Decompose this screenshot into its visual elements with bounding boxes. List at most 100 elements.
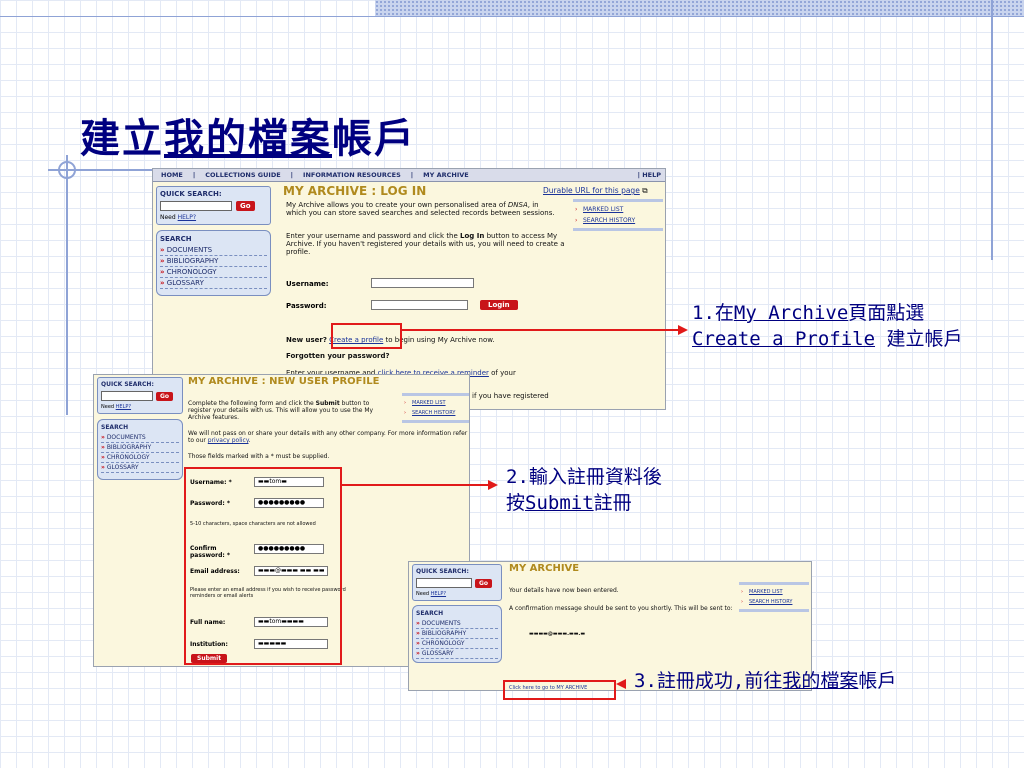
quick-search-title: QUICK SEARCH: xyxy=(101,381,154,388)
intro-text-1: My Archive allows you to create your own… xyxy=(286,201,506,209)
search-item-documents[interactable]: » DOCUMENTS xyxy=(101,433,179,443)
confirmation-message: A confirmation message should be sent to… xyxy=(509,605,733,612)
callout-1-line2-suffix: 建立帳戶 xyxy=(875,328,963,350)
search-item-label: DOCUMENTS xyxy=(106,434,146,441)
search-item-label: DOCUMENTS xyxy=(166,246,213,254)
form-fields-highlight xyxy=(184,467,342,665)
dnsa-text: DNSA xyxy=(507,201,528,209)
password-label: Password: xyxy=(286,302,327,310)
marked-list-link[interactable]: MARKED LIST xyxy=(739,587,809,597)
search-item-bibliography[interactable]: » BIBLIOGRAPHY xyxy=(416,629,498,639)
callout-2-prefix: 按 xyxy=(506,492,526,514)
help-link[interactable]: HELP? xyxy=(116,404,131,410)
arrow-3-head-icon xyxy=(616,679,626,689)
durable-url[interactable]: Durable URL for this page ⧉ xyxy=(543,187,648,195)
forgotten-password: Forgotten your password? xyxy=(286,352,390,360)
archive-links-box: MARKED LIST SEARCH HISTORY xyxy=(739,582,809,612)
new-user-text: New user? xyxy=(286,336,327,344)
instructions-bold: Log In xyxy=(460,232,485,240)
callout-3-suffix: 帳戶 xyxy=(858,670,897,692)
username-input[interactable] xyxy=(371,278,474,288)
search-history-link[interactable]: SEARCH HISTORY xyxy=(573,215,663,226)
quick-search-box: QUICK SEARCH: Go Need HELP? xyxy=(97,377,183,414)
need-help: Need HELP? xyxy=(101,404,179,410)
search-item-label: GLOSSARY xyxy=(106,464,139,471)
search-item-chronology[interactable]: » CHRONOLOGY xyxy=(160,267,267,278)
chevron-right-icon: » xyxy=(160,257,165,265)
quick-search-input[interactable] xyxy=(416,578,472,588)
chevron-right-icon: » xyxy=(160,246,165,254)
chevron-right-icon: » xyxy=(416,620,420,627)
nav-collections-guide[interactable]: COLLECTIONS GUIDE xyxy=(205,171,280,179)
nav-help-label: HELP xyxy=(642,171,661,179)
help-link[interactable]: HELP? xyxy=(431,591,446,597)
go-button[interactable]: Go xyxy=(156,391,174,401)
privacy-note: We will not pass on or share your detail… xyxy=(188,430,468,444)
privacy-policy-link[interactable]: privacy policy xyxy=(208,437,249,444)
help-link[interactable]: HELP? xyxy=(178,214,196,221)
search-menu: SEARCH » DOCUMENTS » BIBLIOGRAPHY » CHRO… xyxy=(412,605,502,663)
go-button[interactable]: Go xyxy=(475,578,493,588)
login-intro: My Archive allows you to create your own… xyxy=(286,201,561,217)
search-item-label: BIBLIOGRAPHY xyxy=(421,630,467,637)
search-history-link[interactable]: SEARCH HISTORY xyxy=(402,408,469,418)
quick-search-title: QUICK SEARCH: xyxy=(160,190,222,198)
search-item-bibliography[interactable]: » BIBLIOGRAPHY xyxy=(101,443,179,453)
search-item-documents[interactable]: » DOCUMENTS xyxy=(416,619,498,629)
chevron-right-icon: » xyxy=(416,640,420,647)
login-button[interactable]: Login xyxy=(480,300,518,310)
marked-list-link[interactable]: MARKED LIST xyxy=(573,204,663,215)
external-link-icon: ⧉ xyxy=(642,186,648,195)
search-item-glossary[interactable]: » GLOSSARY xyxy=(160,278,267,289)
quick-search-input[interactable] xyxy=(101,391,153,401)
durable-url-link[interactable]: Durable URL for this page xyxy=(543,186,640,195)
search-menu: SEARCH » DOCUMENTS » BIBLIOGRAPHY » CHRO… xyxy=(156,230,271,296)
nav-help[interactable]: | HELP xyxy=(638,171,661,179)
search-item-label: CHRONOLOGY xyxy=(106,454,150,461)
quick-search-box: QUICK SEARCH: Go Need HELP? xyxy=(156,186,271,225)
search-title: SEARCH xyxy=(160,235,192,243)
title-part-3: 帳戶 xyxy=(332,115,416,162)
nav-information-resources[interactable]: INFORMATION RESOURCES xyxy=(303,171,401,179)
need-text: Need xyxy=(160,214,176,221)
nav-my-archive[interactable]: MY ARCHIVE xyxy=(423,171,469,179)
search-history-link[interactable]: SEARCH HISTORY xyxy=(739,597,809,607)
top-nav-bar: HOME | COLLECTIONS GUIDE | INFORMATION RES… xyxy=(153,169,665,182)
chevron-right-icon: » xyxy=(416,630,420,637)
details-entered: Your details have now been entered. xyxy=(509,587,619,594)
arrow-2-head-icon xyxy=(488,480,498,490)
password-input[interactable] xyxy=(371,300,468,310)
callout-3-prefix: 3.註冊成功,前往 xyxy=(634,670,783,692)
callout-2: 2.輸入註冊資料後 按Submit註冊 xyxy=(506,464,662,516)
callout-2-link: Submit xyxy=(525,492,594,514)
need-text: Need xyxy=(416,591,430,597)
chevron-right-icon: » xyxy=(101,464,105,471)
slide-title: 建立我的檔案帳戶 xyxy=(80,106,416,164)
go-button[interactable]: Go xyxy=(236,201,255,211)
callout-1-link: My Archive xyxy=(733,302,849,324)
marked-list-link[interactable]: MARKED LIST xyxy=(402,398,469,408)
search-item-documents[interactable]: » DOCUMENTS xyxy=(160,245,267,256)
nav-home[interactable]: HOME xyxy=(161,171,183,179)
search-item-chronology[interactable]: » CHRONOLOGY xyxy=(101,453,179,463)
chevron-right-icon: » xyxy=(416,650,420,657)
instructions-text-1: Enter your username and password and cli… xyxy=(286,232,461,240)
quick-search-box: QUICK SEARCH: Go Need HELP? xyxy=(412,564,502,601)
quick-search-input[interactable] xyxy=(160,201,232,211)
sidebar: QUICK SEARCH: Go Need HELP? SEARCH » DOC… xyxy=(97,377,183,480)
search-item-glossary[interactable]: » GLOSSARY xyxy=(101,463,179,473)
login-instructions: Enter your username and password and cli… xyxy=(286,232,576,256)
goto-link-highlight xyxy=(503,680,616,700)
search-item-bibliography[interactable]: » BIBLIOGRAPHY xyxy=(160,256,267,267)
username-label: Username: xyxy=(286,280,329,288)
top-rule xyxy=(0,16,1024,17)
search-item-glossary[interactable]: » GLOSSARY xyxy=(416,649,498,659)
search-item-chronology[interactable]: » CHRONOLOGY xyxy=(416,639,498,649)
search-item-label: DOCUMENTS xyxy=(421,620,461,627)
chevron-right-icon: » xyxy=(101,444,105,451)
search-item-label: CHRONOLOGY xyxy=(421,640,465,647)
need-help: Need HELP? xyxy=(416,591,498,597)
callout-1-line2-link: Create a Profile xyxy=(692,328,876,350)
need-help: Need HELP? xyxy=(160,214,267,221)
need-text: Need xyxy=(101,404,115,410)
